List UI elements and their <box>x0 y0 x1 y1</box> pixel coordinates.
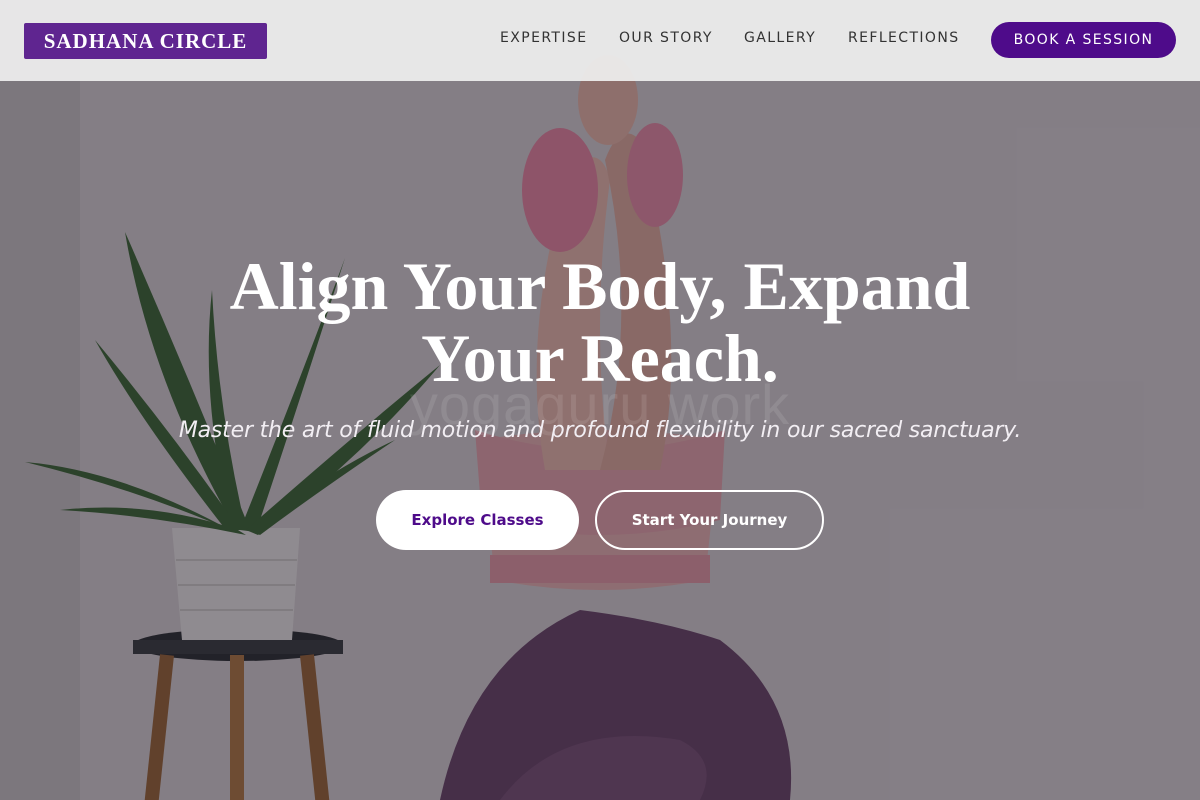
site-header: SADHANA CIRCLE EXPERTISE OUR STORY GALLE… <box>0 0 1200 81</box>
nav-link-gallery[interactable]: GALLERY <box>744 30 816 46</box>
nav-link-reflections[interactable]: REFLECTIONS <box>848 30 960 46</box>
hero-headline: Align Your Body, Expand Your Reach. <box>150 250 1050 394</box>
hero-subheadline: Master the art of fluid motion and profo… <box>178 418 1022 443</box>
hero-headline-line-1: Align Your Body, Expand <box>229 248 971 324</box>
nav-link-our-story[interactable]: OUR STORY <box>619 30 713 46</box>
start-journey-button[interactable]: Start Your Journey <box>595 490 824 550</box>
book-session-button[interactable]: BOOK A SESSION <box>991 22 1176 58</box>
brand-logo[interactable]: SADHANA CIRCLE <box>24 23 267 59</box>
explore-classes-button[interactable]: Explore Classes <box>376 490 579 550</box>
nav-link-expertise[interactable]: EXPERTISE <box>500 30 587 46</box>
hero-headline-line-2: Your Reach. <box>421 320 779 396</box>
hero-background-image: yogaguru work <box>0 0 1200 800</box>
